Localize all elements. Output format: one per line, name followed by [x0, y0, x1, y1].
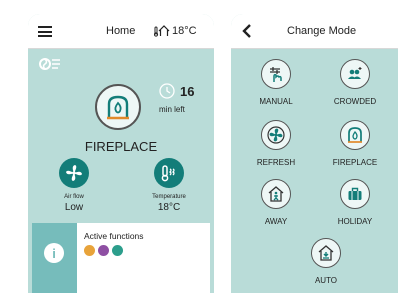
mode-crowded-button[interactable]: [340, 59, 370, 89]
outdoor-temperature: 18°C: [172, 24, 197, 37]
fireplace-icon: [107, 95, 129, 120]
current-mode-button[interactable]: [95, 84, 141, 130]
auto-house-icon: [318, 245, 334, 261]
active-functions-side: i: [32, 223, 77, 293]
temperature-button[interactable]: [154, 158, 184, 188]
mode-refresh-label: REFRESH: [256, 158, 296, 167]
page-title: Change Mode: [287, 25, 357, 37]
mode-crowded-label: CROWDED: [333, 97, 377, 106]
mode-holiday-button[interactable]: [340, 179, 370, 209]
function-badge-icon: [98, 245, 109, 256]
temperature-label: Temperature: [152, 194, 186, 200]
away-house-icon: [268, 186, 284, 202]
function-badge-icon: [112, 245, 123, 256]
change-mode-top-bar: Change Mode: [231, 14, 398, 49]
airflow-value: Low: [64, 202, 84, 213]
mode-fireplace-label: FIREPLACE: [332, 158, 378, 167]
home-screen: Home 18°C 16 min left FIREPLACE Air flow…: [28, 14, 214, 293]
current-mode-name: FIREPLACE: [84, 139, 158, 154]
airflow-button[interactable]: [59, 158, 89, 188]
fan-icon: [66, 165, 82, 181]
home-top-bar: Home 18°C: [28, 14, 214, 49]
active-functions-icons: [84, 245, 123, 256]
active-functions-title: Active functions: [84, 231, 144, 241]
weather-indicator: 18°C: [154, 24, 197, 37]
airflow-label: Air flow: [64, 194, 84, 200]
house-thermometer-icon: [154, 25, 170, 37]
menu-icon[interactable]: [38, 26, 52, 37]
back-icon[interactable]: [241, 24, 253, 38]
mode-away-button[interactable]: [261, 179, 291, 209]
active-functions-card[interactable]: i Active functions: [32, 223, 210, 293]
timer-value: 16: [180, 84, 195, 99]
crowded-people-icon: [348, 67, 362, 79]
fireplace-icon: [348, 127, 362, 143]
timer-unit: min left: [159, 105, 185, 114]
temperature-value: 18°C: [157, 202, 181, 213]
thermometer-heat-icon: [161, 165, 175, 182]
page-title: Home: [106, 25, 136, 37]
change-mode-screen: Change Mode MANUAL CROWDED REFRESH FIREP…: [231, 14, 398, 293]
mode-fireplace-button[interactable]: [340, 120, 370, 150]
manual-hand-icon: [270, 67, 282, 82]
mode-away-label: AWAY: [264, 217, 288, 226]
mode-refresh-button[interactable]: [261, 120, 291, 150]
timer-icon: [159, 83, 175, 99]
info-icon: i: [44, 243, 64, 263]
mode-holiday-label: HOLIDAY: [337, 217, 373, 226]
mode-auto-button[interactable]: [311, 238, 341, 268]
fan-wind-icon: [39, 58, 60, 70]
mode-manual-label: MANUAL: [259, 97, 293, 106]
holiday-suitcase-icon: [348, 187, 362, 200]
function-badge-icon: [84, 245, 95, 256]
mode-manual-button[interactable]: [261, 59, 291, 89]
refresh-fan-icon: [267, 126, 285, 144]
mode-auto-label: AUTO: [314, 276, 338, 285]
